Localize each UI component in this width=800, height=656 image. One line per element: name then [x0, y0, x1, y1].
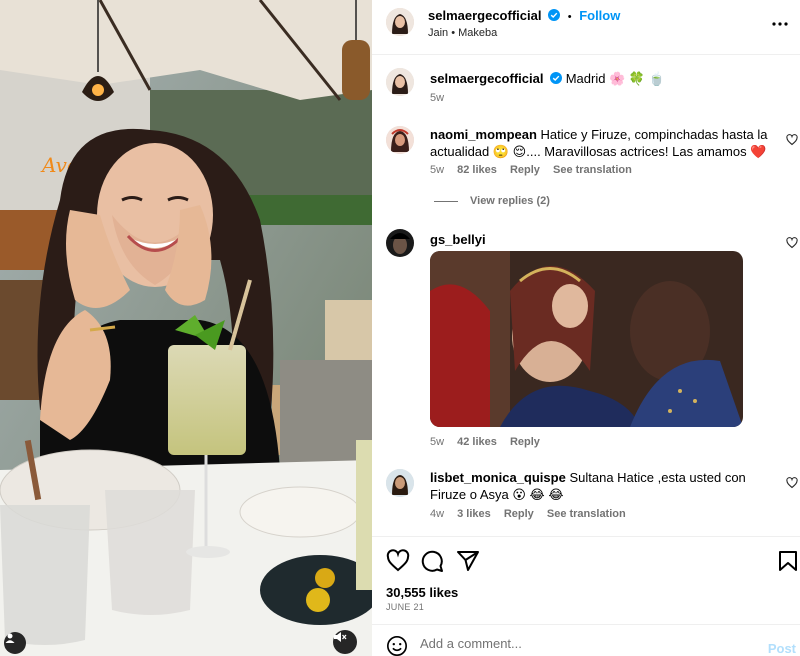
heart-icon[interactable] [386, 549, 410, 573]
post-photo[interactable]: Ave [0, 0, 372, 656]
view-replies-label: View replies (2) [470, 195, 550, 207]
comment-time: 4w [430, 508, 445, 520]
comment-heart-icon[interactable] [786, 134, 798, 146]
comment-time: 5w [430, 164, 445, 176]
comment-heart-icon[interactable] [786, 237, 798, 249]
comment-item: gs_bellyi 5w 42 likes Reply [372, 229, 800, 449]
author-username[interactable]: selmaergecofficial [428, 8, 541, 23]
see-translation-link[interactable]: See translation [553, 164, 632, 176]
comment-input[interactable] [420, 633, 750, 653]
comments-list[interactable]: selmaergecofficial Madrid 🌸 🍀 🍵 5w naomi… [372, 56, 800, 536]
view-replies-line [434, 200, 458, 202]
likes-count[interactable]: 30,555 likes [386, 585, 458, 600]
comment-gif[interactable] [430, 251, 743, 427]
follow-button[interactable]: Follow [579, 8, 620, 23]
bookmark-icon[interactable] [776, 549, 800, 573]
post-actions: 30,555 likes JUNE 21 [372, 536, 800, 624]
view-replies-button[interactable]: View replies (2) [434, 195, 550, 207]
comment-username[interactable]: naomi_mompean [430, 127, 537, 142]
verified-icon [548, 9, 561, 24]
photo-illustration: Ave [0, 0, 372, 656]
caption-text: Madrid 🌸 🍀 🍵 [565, 71, 665, 86]
verified-icon [550, 71, 563, 88]
see-translation-link[interactable]: See translation [547, 508, 626, 520]
caption-username[interactable]: selmaergecofficial [430, 71, 543, 86]
author-avatar[interactable] [386, 8, 414, 36]
mute-icon[interactable] [333, 630, 357, 654]
comment-likes[interactable]: 82 likes [457, 164, 497, 176]
caption-time: 5w [430, 92, 445, 104]
user-tag-icon[interactable] [4, 632, 26, 654]
comment-likes[interactable]: 42 likes [457, 436, 497, 448]
reply-button[interactable]: Reply [510, 164, 540, 176]
comment-time: 5w [430, 436, 445, 448]
caption-avatar[interactable] [386, 68, 414, 96]
commenter-avatar[interactable] [386, 469, 414, 497]
post-header: selmaergecofficial • Follow Jain • Makeb… [372, 0, 800, 55]
comment-heart-icon[interactable] [786, 477, 798, 489]
comment-likes[interactable]: 3 likes [457, 508, 491, 520]
caption: selmaergecofficial Madrid 🌸 🍀 🍵 5w [372, 68, 800, 118]
post-comment-button[interactable]: Post [768, 641, 796, 656]
reply-button[interactable]: Reply [510, 436, 540, 448]
reply-button[interactable]: Reply [504, 508, 534, 520]
comment-icon[interactable] [420, 549, 444, 573]
header-separator: • [567, 11, 572, 23]
audio-track[interactable]: Jain • Makeba [428, 27, 497, 39]
comment-item: naomi_mompean Hatice y Firuze, compincha… [372, 126, 800, 216]
post-panel: selmaergecofficial • Follow Jain • Makeb… [372, 0, 800, 656]
share-icon[interactable] [456, 549, 480, 573]
emoji-icon[interactable] [386, 635, 408, 656]
commenter-avatar[interactable] [386, 126, 414, 154]
commenter-avatar[interactable] [386, 229, 414, 257]
comment-item: lisbet_monica_quispe Sultana Hatice ,est… [372, 469, 800, 529]
comment-username[interactable]: gs_bellyi [430, 232, 486, 247]
comment-username[interactable]: lisbet_monica_quispe [430, 470, 566, 485]
post-date: JUNE 21 [386, 602, 425, 612]
more-icon[interactable] [768, 12, 792, 36]
comment-composer: Post [372, 624, 800, 656]
